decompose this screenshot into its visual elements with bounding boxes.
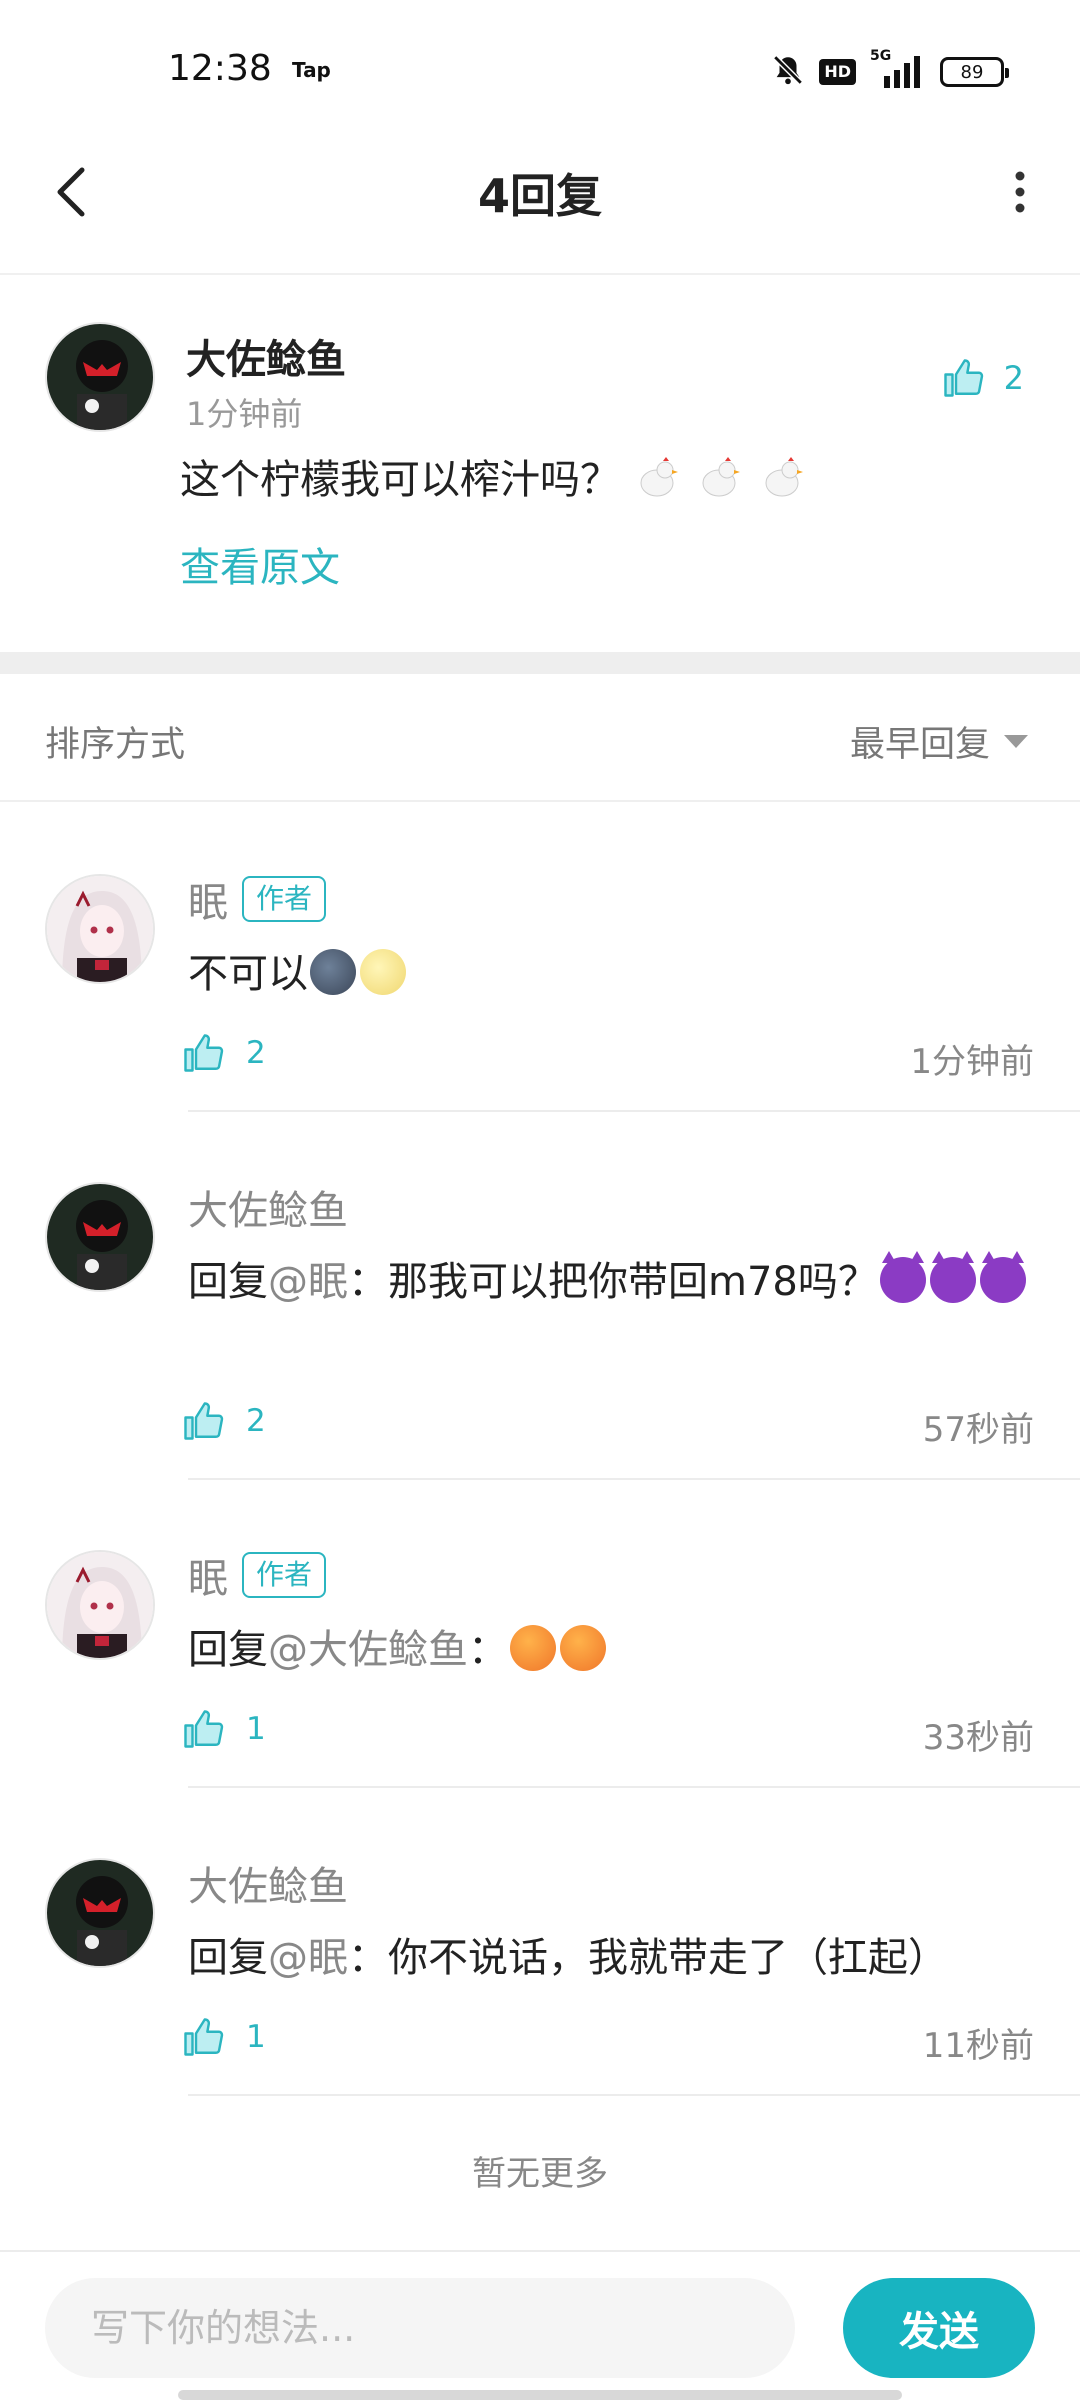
- caret-down-icon: [1004, 734, 1028, 748]
- thumbs-up-icon: [184, 1034, 224, 1072]
- reply-text: 不可以: [188, 942, 1028, 1006]
- author-badge: 作者: [242, 1552, 327, 1598]
- reply-text: 回复@眠：你不说话，我就带走了（扛起）: [188, 1926, 1028, 1990]
- like-count: 1: [246, 2019, 266, 2055]
- reply-header: 大佐鲶鱼: [188, 1178, 348, 1236]
- no-more-text: 暂无更多: [472, 2154, 608, 2194]
- like-count: 2: [246, 1403, 266, 1439]
- reply-header: 大佐鲶鱼: [188, 1854, 348, 1912]
- full-moon-face-icon: [360, 949, 406, 995]
- smiling-devil-icon: [929, 1251, 976, 1303]
- sort-selected: 最早回复: [849, 725, 990, 765]
- thumbs-up-icon: [184, 1710, 224, 1748]
- reply-text: 回复@眠：那我可以把你带回m78吗？: [188, 1250, 1028, 1314]
- mention-link[interactable]: @大佐鲶鱼: [268, 1627, 468, 1673]
- status-bar: 12:38 Tap HD 5G 89: [0, 0, 1080, 130]
- reply-time: 11秒前: [922, 2026, 1034, 2066]
- comment-author[interactable]: 大佐鲶鱼: [186, 327, 346, 385]
- mention-link[interactable]: @眠: [268, 1259, 348, 1305]
- like-button[interactable]: 1: [182, 1708, 266, 1750]
- like-count: 2: [1003, 359, 1024, 397]
- author-badge: 作者: [242, 876, 327, 922]
- like-button[interactable]: 1: [182, 2016, 266, 2058]
- comment-text: 这个柠檬我可以榨汁吗？: [180, 447, 808, 505]
- reply-content: 不可以: [188, 951, 308, 997]
- comment-time: 1分钟前: [186, 395, 303, 433]
- comment-input[interactable]: [45, 2278, 795, 2378]
- status-time: 12:38: [168, 48, 272, 89]
- battery-level: 89: [960, 61, 984, 83]
- more-vertical-icon: [1015, 171, 1025, 213]
- angry-face-icon: [510, 1625, 556, 1671]
- reply-header: 眠 作者: [188, 1546, 327, 1604]
- reply-author[interactable]: 眠: [188, 1546, 228, 1604]
- reply-author[interactable]: 大佐鲶鱼: [188, 1178, 348, 1236]
- mention-link[interactable]: @眠: [268, 1935, 348, 1981]
- divider: [188, 2094, 1080, 2096]
- tap-app-badge: Tap: [292, 58, 331, 82]
- signal-5g-icon: 5G: [870, 48, 926, 90]
- reply-author[interactable]: 眠: [188, 870, 228, 928]
- reply-prefix: 回复: [188, 1935, 268, 1981]
- reply-prefix: 回复: [188, 1259, 268, 1305]
- home-indicator[interactable]: [178, 2390, 902, 2400]
- like-count: 1: [246, 1711, 266, 1747]
- new-moon-face-icon: [310, 949, 356, 995]
- sort-dropdown[interactable]: 最早回复: [850, 716, 1028, 767]
- section-divider: [0, 652, 1080, 674]
- page-title: 4回复: [477, 169, 602, 223]
- reply-header: 眠 作者: [188, 870, 327, 928]
- reply-content: ：那我可以把你带回m78吗？: [348, 1259, 878, 1305]
- view-original-link[interactable]: 查看原文: [180, 535, 340, 593]
- more-options-button[interactable]: [990, 162, 1050, 222]
- smiling-devil-icon: [879, 1251, 926, 1303]
- original-comment: 大佐鲶鱼 1分钟前 这个柠檬我可以榨汁吗？ 查看原文 2: [0, 277, 1080, 652]
- battery-icon: 89: [940, 57, 1009, 87]
- thumbs-up-icon: [943, 359, 983, 397]
- reply-prefix: 回复: [188, 1627, 268, 1673]
- chicken-emoji-icon: [760, 455, 806, 501]
- like-button[interactable]: 2: [942, 357, 1024, 399]
- avatar[interactable]: [45, 1182, 155, 1292]
- angry-face-icon: [560, 1625, 606, 1671]
- sort-bar: 排序方式 最早回复: [0, 674, 1080, 802]
- reply-content: ：: [468, 1627, 508, 1673]
- reply-time: 57秒前: [922, 1410, 1034, 1450]
- reply-text: 回复@大佐鲶鱼：: [188, 1618, 1028, 1682]
- avatar[interactable]: [45, 1550, 155, 1660]
- reply-time: 33秒前: [922, 1718, 1034, 1758]
- chicken-emoji-icon: [635, 455, 681, 501]
- comment-bar: 发送: [0, 2250, 1080, 2400]
- status-icons: HD 5G 89: [771, 48, 1009, 92]
- like-count: 2: [246, 1035, 266, 1071]
- reply-item: 大佐鲶鱼 回复@眠：那我可以把你带回m78吗？ 2 57秒前: [0, 1110, 1080, 1480]
- avatar[interactable]: [45, 874, 155, 984]
- smiling-devil-icon: [979, 1251, 1026, 1303]
- avatar[interactable]: [45, 322, 155, 432]
- chicken-emoji-icon: [697, 455, 743, 501]
- like-button[interactable]: 2: [182, 1032, 266, 1074]
- reply-content: ：你不说话，我就带走了（扛起）: [348, 1935, 948, 1981]
- reply-time: 1分钟前: [910, 1042, 1034, 1082]
- hd-badge: HD: [819, 59, 856, 85]
- reply-item: 眠 作者 不可以 2 1分钟前: [0, 802, 1080, 1112]
- comment-body: 这个柠檬我可以榨汁吗？: [180, 457, 620, 503]
- reply-item: 眠 作者 回复@大佐鲶鱼： 1 33秒前: [0, 1478, 1080, 1788]
- reply-item: 大佐鲶鱼 回复@眠：你不说话，我就带走了（扛起） 1 11秒前: [0, 1786, 1080, 2096]
- reply-author[interactable]: 大佐鲶鱼: [188, 1854, 348, 1912]
- avatar[interactable]: [45, 1858, 155, 1968]
- like-button[interactable]: 2: [182, 1400, 266, 1442]
- sort-label: 排序方式: [45, 725, 186, 765]
- top-app-bar: 4回复: [0, 130, 1080, 275]
- thumbs-up-icon: [184, 2018, 224, 2056]
- send-button[interactable]: 发送: [843, 2278, 1035, 2378]
- bell-off-icon: [771, 53, 805, 91]
- thumbs-up-icon: [184, 1402, 224, 1440]
